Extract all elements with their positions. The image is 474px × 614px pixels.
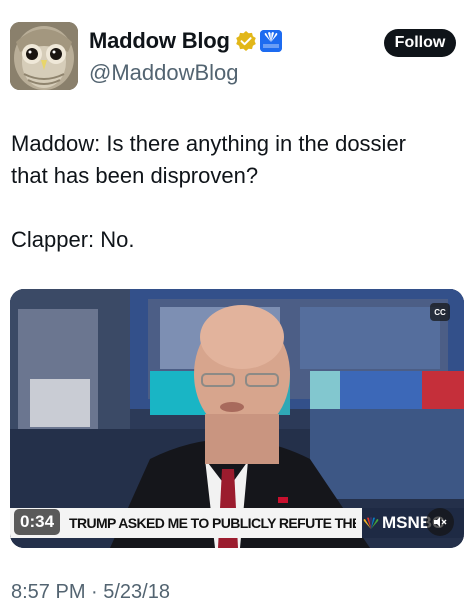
peacock-logo-icon <box>259 30 282 52</box>
closed-captions-button[interactable]: CC <box>430 303 450 321</box>
video-timestamp: 0:34 <box>14 509 61 535</box>
tweet-paragraph: Clapper: No. <box>11 227 135 252</box>
author-info: Maddow Blog @MaddowBlog <box>89 26 282 86</box>
author-handle[interactable]: @MaddowBlog <box>89 60 282 86</box>
follow-button[interactable]: Follow <box>384 29 456 57</box>
mute-button[interactable] <box>426 508 454 536</box>
post-timestamp[interactable]: 8:57 PM · 5/23/18 <box>11 581 170 604</box>
peacock-icon <box>363 516 379 529</box>
tweet-text: Maddow: Is there anything in the dossier… <box>11 128 466 256</box>
author-display-name[interactable]: Maddow Blog <box>89 28 230 54</box>
msnbc-affiliate-badge-icon[interactable] <box>259 30 282 52</box>
author-avatar[interactable] <box>10 22 78 90</box>
verified-badge-icon <box>235 31 256 51</box>
owl-avatar-image <box>10 22 78 90</box>
video-chyron: TRUMP ASKED ME TO PUBLICLY REFUTE THE RU… <box>69 515 356 531</box>
speaker-muted-icon <box>434 517 447 527</box>
tweet-paragraph: Maddow: Is there anything in the dossier… <box>11 131 407 188</box>
tweet-card: Maddow Blog @MaddowBlog Follow Maddow: I… <box>0 0 474 614</box>
